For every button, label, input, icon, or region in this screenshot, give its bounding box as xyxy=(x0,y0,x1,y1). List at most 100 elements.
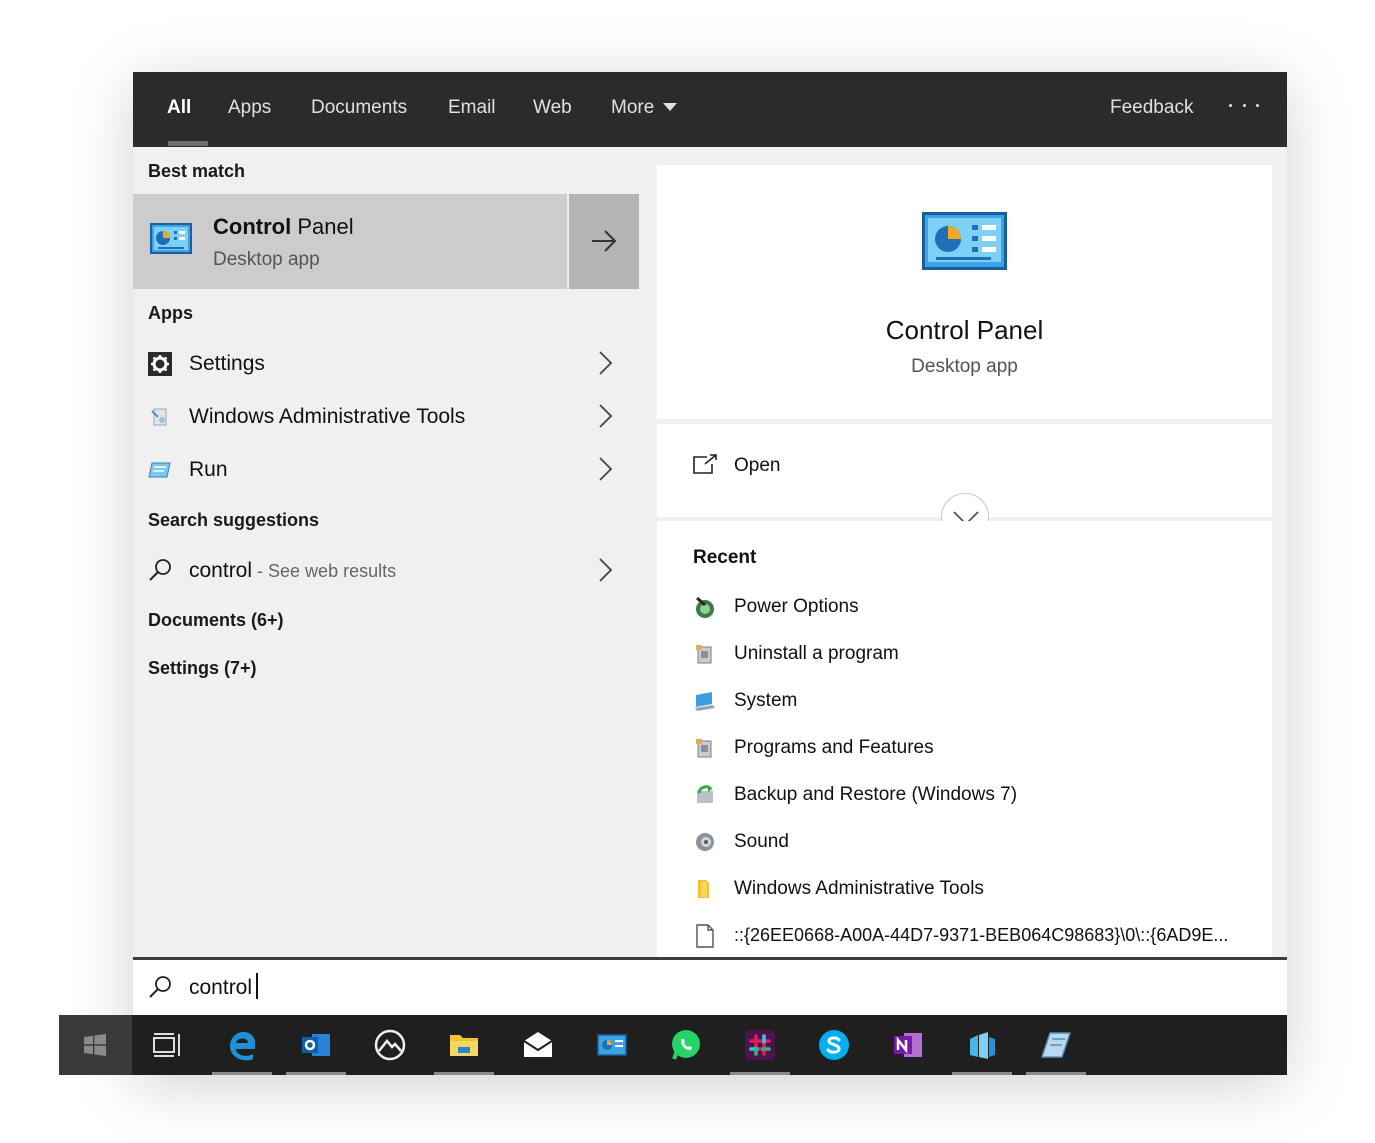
search-filter-bar: All Apps Documents Email Web More Feedba… xyxy=(133,72,1287,147)
best-match-item[interactable]: Control Panel Desktop app xyxy=(133,194,567,289)
photos-icon[interactable] xyxy=(374,1029,406,1061)
programs-icon xyxy=(696,739,712,758)
search-input[interactable]: control xyxy=(189,960,259,1016)
taskbar xyxy=(59,1015,1287,1075)
feedback-button[interactable]: Feedback xyxy=(1110,72,1193,147)
run-running-indicator xyxy=(1026,1072,1086,1075)
windows-logo-icon xyxy=(84,1034,106,1056)
slack-icon[interactable] xyxy=(744,1029,776,1061)
chevron-right-icon[interactable] xyxy=(593,558,617,582)
slack-running-indicator xyxy=(730,1072,790,1075)
recent-item-system[interactable]: System xyxy=(693,677,1273,724)
system-icon xyxy=(695,692,715,711)
caret-down-icon xyxy=(663,103,678,111)
recent-item-label: Sound xyxy=(734,831,789,852)
edge-running-indicator xyxy=(212,1072,272,1075)
programs-icon xyxy=(696,645,712,664)
file-icon xyxy=(696,924,714,948)
azure-data-studio-icon[interactable] xyxy=(966,1029,998,1061)
recent-item-label: Power Options xyxy=(734,596,859,617)
open-preview-button[interactable] xyxy=(569,194,639,289)
file-explorer-icon[interactable] xyxy=(448,1029,480,1061)
run-taskbar-icon[interactable] xyxy=(1040,1029,1072,1061)
apps-heading: Apps xyxy=(148,303,193,323)
preview-subtitle: Desktop app xyxy=(911,356,1018,377)
web-suggestion-item[interactable]: control - See web results xyxy=(133,544,639,597)
settings-category[interactable]: Settings (7+) xyxy=(148,658,257,679)
recent-item-label: Windows Administrative Tools xyxy=(734,878,984,899)
search-box[interactable]: control xyxy=(133,957,1287,1015)
preview-title: Control Panel xyxy=(885,315,1044,345)
recent-heading: Recent xyxy=(693,547,757,568)
best-match-title: Control Panel xyxy=(213,214,354,239)
active-tab-indicator xyxy=(168,141,208,146)
recent-item-sound[interactable]: Sound xyxy=(693,818,1273,865)
best-match-subtitle: Desktop app xyxy=(213,249,320,270)
recent-item-power-options[interactable]: Power Options xyxy=(693,583,1273,630)
outlook-running-indicator xyxy=(286,1072,346,1075)
mail-icon[interactable] xyxy=(522,1029,554,1061)
control-panel-icon xyxy=(150,223,192,254)
recent-item-uninstall[interactable]: Uninstall a program xyxy=(693,630,1273,677)
tab-more[interactable]: More xyxy=(611,72,678,147)
app-item-settings[interactable]: Settings xyxy=(133,337,639,390)
outlook-icon[interactable] xyxy=(300,1029,332,1061)
edge-icon[interactable] xyxy=(226,1029,258,1061)
results-list: Best match Control Panel Desktop app App… xyxy=(133,147,639,957)
tab-web[interactable]: Web xyxy=(533,72,572,147)
app-item-label: Run xyxy=(189,458,228,481)
skype-icon[interactable] xyxy=(818,1029,850,1061)
app-item-label: Windows Administrative Tools xyxy=(189,405,466,428)
gear-icon xyxy=(148,352,172,376)
web-suggestion-label: control - See web results xyxy=(189,559,397,582)
preview-header: Control Panel Desktop app xyxy=(657,165,1272,419)
search-icon xyxy=(149,976,171,998)
recent-card: Recent Power Options Uninstall a program… xyxy=(657,521,1272,957)
speaker-icon xyxy=(696,833,714,851)
admin-tools-icon xyxy=(151,408,167,426)
recent-item-backup-restore[interactable]: Backup and Restore (Windows 7) xyxy=(693,771,1273,818)
arrow-right-icon xyxy=(592,230,617,252)
tab-all[interactable]: All xyxy=(167,72,191,147)
best-match-heading: Best match xyxy=(148,161,246,181)
search-icon xyxy=(149,559,171,581)
app-item-admin-tools[interactable]: Windows Administrative Tools xyxy=(133,390,639,443)
documents-category[interactable]: Documents (6+) xyxy=(148,610,284,631)
control-panel-taskbar-icon[interactable] xyxy=(596,1029,628,1061)
run-icon xyxy=(148,462,171,478)
tab-email[interactable]: Email xyxy=(448,72,496,147)
app-item-label: Settings xyxy=(189,352,265,375)
recent-item-label: ::{26EE0668-A00A-44D7-9371-BEB064C98683}… xyxy=(734,925,1229,945)
start-button[interactable] xyxy=(59,1015,132,1075)
recent-item-label: Uninstall a program xyxy=(734,643,899,664)
chevron-right-icon[interactable] xyxy=(593,457,617,481)
tab-apps[interactable]: Apps xyxy=(228,72,271,147)
text-cursor xyxy=(256,973,259,999)
azure-running-indicator xyxy=(952,1072,1012,1075)
folder-icon xyxy=(698,880,709,898)
tab-more-label: More xyxy=(611,97,655,118)
app-item-run[interactable]: Run xyxy=(133,443,639,496)
recent-item-label: Backup and Restore (Windows 7) xyxy=(734,784,1018,805)
chevron-right-icon[interactable] xyxy=(593,404,617,428)
recent-item-admin-tools[interactable]: Windows Administrative Tools xyxy=(693,865,1273,912)
recent-item-clsid-path[interactable]: ::{26EE0668-A00A-44D7-9371-BEB064C98683}… xyxy=(693,912,1273,959)
preview-pane: Control Panel Desktop app Open Recent Po… xyxy=(639,147,1287,957)
search-input-value: control xyxy=(189,976,253,999)
tab-documents[interactable]: Documents xyxy=(311,72,407,147)
task-view-icon[interactable] xyxy=(151,1029,183,1061)
open-external-icon xyxy=(693,454,717,474)
power-options-icon xyxy=(696,596,714,618)
open-action[interactable]: Open xyxy=(693,446,893,486)
chevron-right-icon[interactable] xyxy=(593,351,617,375)
search-suggestions-heading: Search suggestions xyxy=(148,510,320,530)
recent-item-programs-features[interactable]: Programs and Features xyxy=(693,724,1273,771)
open-label: Open xyxy=(734,455,781,476)
onenote-icon[interactable] xyxy=(892,1029,924,1061)
more-options-icon[interactable] xyxy=(1229,72,1259,147)
explorer-running-indicator xyxy=(434,1072,494,1075)
whatsapp-icon[interactable] xyxy=(670,1029,702,1061)
recent-item-label: System xyxy=(734,690,798,711)
backup-icon xyxy=(697,785,713,803)
recent-item-label: Programs and Features xyxy=(734,737,934,758)
